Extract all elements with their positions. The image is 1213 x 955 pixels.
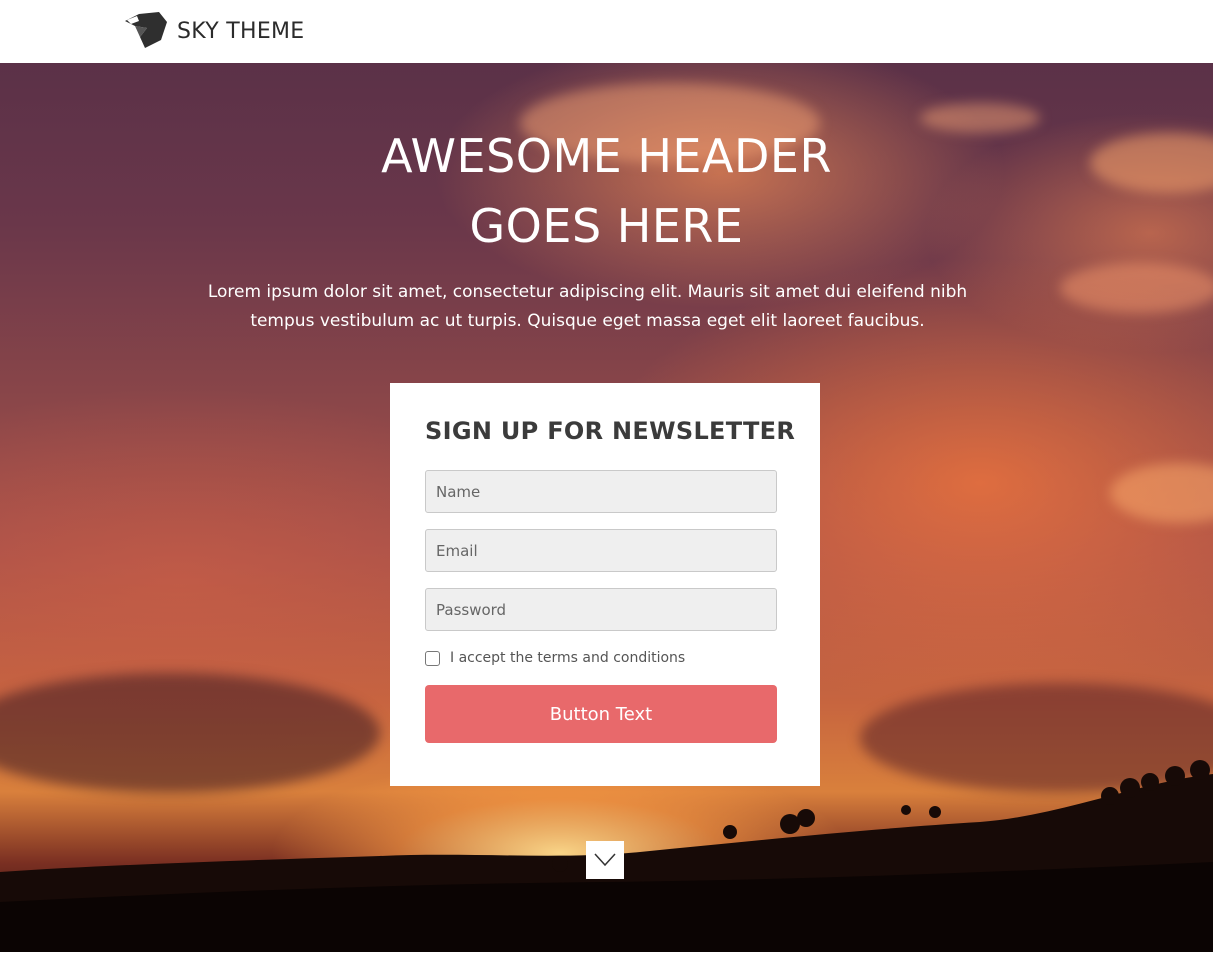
hero-section: AWESOME HEADER GOES HERE Lorem ipsum dol… (0, 63, 1213, 952)
cloud-decoration (1060, 263, 1213, 313)
email-input[interactable] (425, 529, 777, 572)
scroll-down-button[interactable] (586, 841, 624, 879)
bird-head-logo-icon (125, 12, 167, 48)
password-input[interactable] (425, 588, 777, 631)
signup-title: SIGN UP FOR NEWSLETTER (425, 417, 796, 445)
terms-row: I accept the terms and conditions (425, 643, 785, 673)
brand-link[interactable]: SKY THEME (125, 12, 305, 50)
hero-title: AWESOME HEADER GOES HERE (381, 129, 832, 253)
top-navbar: SKY THEME (0, 0, 1213, 63)
terms-checkbox[interactable] (425, 650, 440, 666)
terms-label[interactable]: I accept the terms and conditions (450, 650, 685, 666)
brand-name: SKY THEME (177, 18, 305, 44)
submit-button[interactable]: Button Text (425, 685, 777, 743)
hero-description: Lorem ipsum dolor sit amet, consectetur … (207, 282, 968, 331)
newsletter-signup-form: SIGN UP FOR NEWSLETTER I accept the term… (390, 383, 820, 786)
cloud-decoration (1110, 463, 1213, 523)
chevron-down-icon (594, 853, 616, 867)
name-input[interactable] (425, 470, 777, 513)
